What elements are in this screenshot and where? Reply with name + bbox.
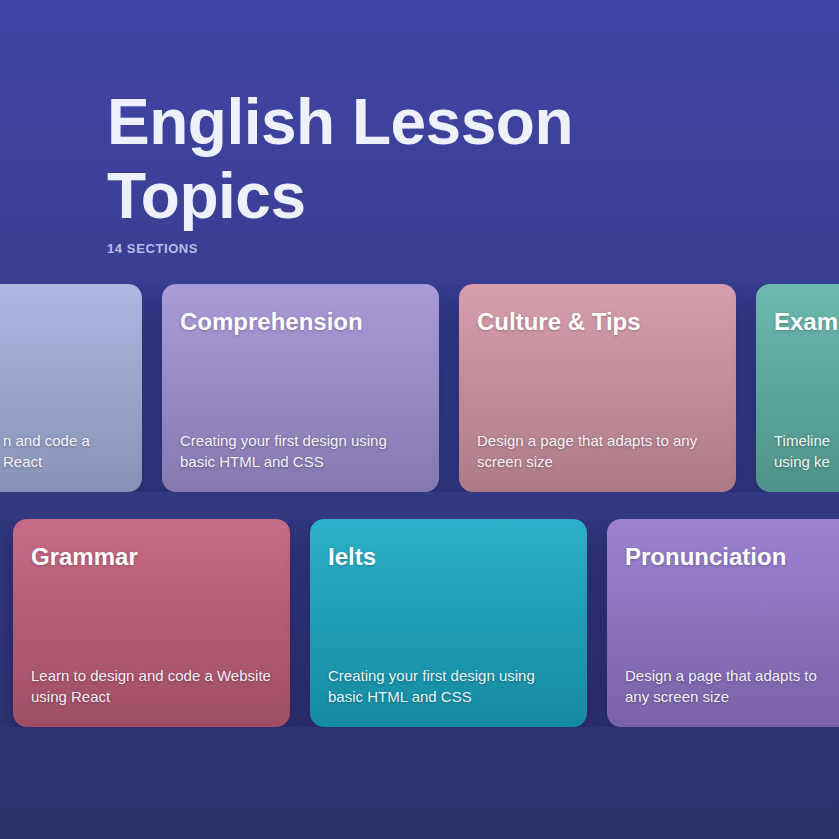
topic-card[interactable]: Grammar Learn to design and code a Websit…	[13, 519, 290, 727]
card-row: Grammar Learn to design and code a Websit…	[0, 519, 839, 727]
card-description: n and code a React	[3, 430, 124, 472]
topic-card[interactable]: Exam Timeline using ke	[756, 284, 839, 492]
topic-card[interactable]: Comprehension Creating your first design …	[162, 284, 439, 492]
card-title: Pronunciation	[625, 541, 833, 572]
topic-card[interactable]: Ielts Creating your first design using ba…	[310, 519, 587, 727]
card-title: Comprehension	[180, 306, 421, 337]
card-description: Timeline using ke	[774, 430, 833, 472]
topics-page: English Lesson Topics 14 SECTIONS n and co…	[0, 0, 839, 839]
card-description: Creating your first design using basic H…	[180, 430, 421, 472]
card-description: Learn to design and code a Website using…	[31, 665, 272, 707]
topic-card[interactable]: Pronunciation Design a page that adapts t…	[607, 519, 839, 727]
card-description: Creating your first design using basic H…	[328, 665, 569, 707]
card-description: Design a page that adapts to any screen …	[477, 430, 718, 472]
card-title: Ielts	[328, 541, 569, 572]
card-row: n and code a React Comprehension Creating …	[0, 284, 839, 492]
card-title: Culture & Tips	[477, 306, 718, 337]
card-rows: n and code a React Comprehension Creating …	[0, 284, 839, 727]
card-title: Exam	[774, 306, 833, 337]
topic-card[interactable]: n and code a React	[0, 284, 142, 492]
card-description: Design a page that adapts to any screen …	[625, 665, 833, 707]
section-count: 14 SECTIONS	[107, 241, 839, 256]
page-title: English Lesson Topics	[107, 86, 667, 233]
topic-card[interactable]: Culture & Tips Design a page that adapts …	[459, 284, 736, 492]
page-header: English Lesson Topics 14 SECTIONS	[0, 0, 839, 256]
card-title: Grammar	[31, 541, 272, 572]
